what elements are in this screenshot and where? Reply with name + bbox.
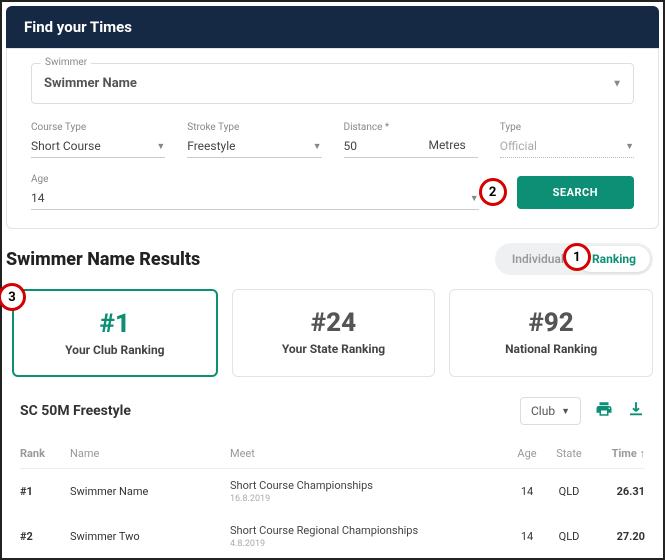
table-head-row: Rank Name Meet Age State Time ↑ <box>20 439 645 469</box>
cell-rank: #1 <box>20 485 70 498</box>
filter-row-1: Course Type Short Course ▼ Stroke Type F… <box>31 122 634 158</box>
club-rank-label: Your Club Ranking <box>22 343 208 357</box>
meet-name: Short Course Regional Championships <box>230 524 509 537</box>
course-type-label: Course Type <box>31 122 165 133</box>
results-header: Swimmer Name Results Individual 1 Rankin… <box>2 243 663 275</box>
table-header: SC 50M Freestyle Club ▼ <box>20 397 645 425</box>
cell-time: 26.31 <box>593 485 645 498</box>
national-rank-number: #92 <box>458 308 644 338</box>
cell-rank: #2 <box>20 530 70 543</box>
chevron-down-icon: ▼ <box>470 193 479 204</box>
chevron-down-icon: ▼ <box>156 141 165 152</box>
course-type-select[interactable]: Course Type Short Course ▼ <box>31 122 165 158</box>
col-name[interactable]: Name <box>70 447 230 460</box>
callout-2: 2 <box>479 178 507 206</box>
header-title: Find your Times <box>24 18 132 36</box>
col-rank[interactable]: Rank <box>20 447 70 460</box>
col-meet[interactable]: Meet <box>230 447 509 460</box>
stroke-type-value: Freestyle <box>187 135 321 158</box>
callout-1: 1 <box>563 243 591 271</box>
search-side: 2 SEARCH <box>479 176 634 209</box>
cell-meet: Short Course Championships 16.8.2019 <box>230 479 509 504</box>
table-section: SC 50M Freestyle Club ▼ Rank Name Meet A… <box>2 397 663 559</box>
swimmer-input[interactable]: Swimmer Name <box>31 63 634 104</box>
cell-state: QLD <box>545 530 593 543</box>
national-rank-label: National Ranking <box>458 342 644 356</box>
type-value: Official <box>500 135 634 158</box>
table-row: #2 Swimmer Two Short Course Regional Cha… <box>20 514 645 559</box>
page-header: Find your Times <box>6 6 659 48</box>
col-time[interactable]: Time ↑ <box>593 447 645 460</box>
age-label: Age <box>31 174 479 185</box>
cell-name: Swimmer Name <box>70 485 230 498</box>
view-toggle[interactable]: Individual 1 Ranking <box>495 243 653 275</box>
chevron-down-icon: ▼ <box>313 141 322 152</box>
download-icon[interactable] <box>627 400 645 422</box>
meet-date: 4.8.2019 <box>230 539 509 549</box>
meet-date: 16.8.2019 <box>230 494 509 504</box>
print-icon[interactable] <box>595 400 613 422</box>
state-ranking-card[interactable]: #24 Your State Ranking <box>232 289 436 377</box>
course-type-value: Short Course <box>31 135 165 158</box>
distance-label: Distance * <box>344 122 478 133</box>
cell-age: 14 <box>509 485 545 498</box>
filter-row-2: Age 14 ▼ 2 SEARCH <box>31 174 634 210</box>
search-card: Swimmer Swimmer Name ▼ Course Type Short… <box>6 48 659 229</box>
age-value: 14 <box>31 187 479 210</box>
chevron-down-icon: ▼ <box>612 78 622 89</box>
search-button[interactable]: SEARCH <box>517 176 634 209</box>
scope-select[interactable]: Club ▼ <box>520 397 581 425</box>
swimmer-label: Swimmer <box>41 57 91 68</box>
state-rank-label: Your State Ranking <box>241 342 427 356</box>
cell-age: 14 <box>509 530 545 543</box>
cell-time: 27.20 <box>593 530 645 543</box>
national-ranking-card[interactable]: #92 National Ranking <box>449 289 653 377</box>
swimmer-field[interactable]: Swimmer Swimmer Name ▼ <box>31 63 634 104</box>
table-actions: Club ▼ <box>520 397 645 425</box>
col-state[interactable]: State <box>545 447 593 460</box>
meet-name: Short Course Championships <box>230 479 509 492</box>
table-title: SC 50M Freestyle <box>20 403 131 419</box>
chevron-down-icon: ▼ <box>625 141 634 152</box>
type-select[interactable]: Type Official ▼ <box>500 122 634 158</box>
results-table: Rank Name Meet Age State Time ↑ #1 Swimm… <box>20 439 645 559</box>
cell-meet: Short Course Regional Championships 4.8.… <box>230 524 509 549</box>
table-row: #1 Swimmer Name Short Course Championshi… <box>20 469 645 514</box>
club-rank-number: #1 <box>22 309 208 339</box>
stroke-type-label: Stroke Type <box>187 122 321 133</box>
state-rank-number: #24 <box>241 308 427 338</box>
cell-name: Swimmer Two <box>70 530 230 543</box>
cell-state: QLD <box>545 485 593 498</box>
club-ranking-card[interactable]: #1 Your Club Ranking <box>12 289 218 377</box>
chevron-down-icon: ▼ <box>561 406 570 417</box>
age-select[interactable]: Age 14 ▼ <box>31 174 479 210</box>
distance-unit: Metres <box>428 138 465 152</box>
results-title: Swimmer Name Results <box>6 249 200 270</box>
col-age[interactable]: Age <box>509 447 545 460</box>
ranking-cards: 3 #1 Your Club Ranking #24 Your State Ra… <box>2 289 663 377</box>
distance-input[interactable]: Distance * 50 Metres <box>344 122 478 158</box>
stroke-type-select[interactable]: Stroke Type Freestyle ▼ <box>187 122 321 158</box>
scope-value: Club <box>531 404 555 418</box>
type-label: Type <box>500 122 634 133</box>
